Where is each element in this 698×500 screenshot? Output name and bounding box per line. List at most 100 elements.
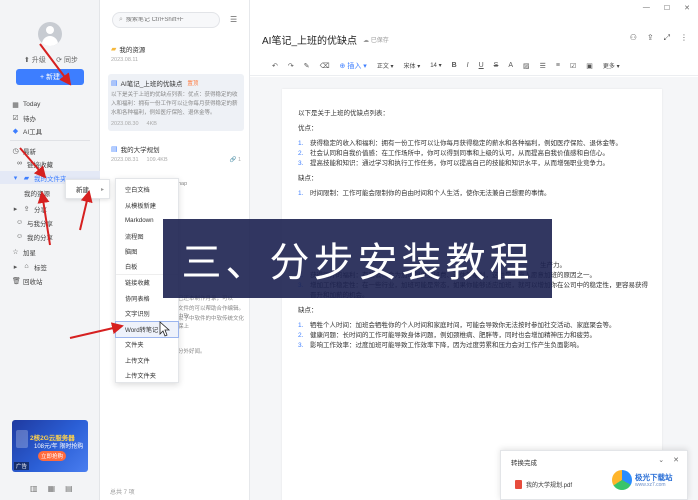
chevron-down-icon: ▾ bbox=[13, 174, 18, 182]
grid-view-icon[interactable]: ▦ bbox=[48, 484, 56, 493]
more-toolbar-button[interactable]: 更多 ▾ bbox=[603, 61, 620, 70]
sidebar: ⬆ 升级 ⟳ 同步 + 新建 ▦ Today ☑ 待办 ◆ AI工具 ◷ 最新 ∞ 链接收藏 … bbox=[0, 0, 100, 500]
server-icon bbox=[16, 430, 28, 448]
upgrade-icon: ⬆ bbox=[24, 57, 30, 64]
sidebar-item-latest[interactable]: ◷ 最新 bbox=[0, 144, 100, 157]
card-view-icon[interactable]: ▤ bbox=[65, 484, 73, 493]
user-add-icon[interactable]: ⚇ bbox=[630, 33, 637, 43]
upgrade-button[interactable]: ⬆ 升级 bbox=[24, 55, 46, 65]
format-painter-icon[interactable]: ✎ bbox=[304, 62, 310, 70]
insert-button[interactable]: ⊕ 插入 ▾ bbox=[340, 61, 367, 71]
content-list-item: 1. 牺牲个人时间：加班会牺牲你的个人时间和家庭时间，可能会导致你无法按时参加社交… bbox=[298, 322, 616, 329]
view-switcher: ▥ ▦ ▤ bbox=[30, 484, 73, 493]
user-icon: ☺ bbox=[16, 219, 24, 226]
font-color-icon[interactable]: A bbox=[508, 62, 513, 69]
redo-icon[interactable]: ↷ bbox=[288, 62, 294, 70]
document-title[interactable]: AI笔记_上班的优缺点 ☁ 已保存 bbox=[262, 32, 389, 47]
context-menu-new[interactable]: 新建 ▸ bbox=[65, 179, 110, 199]
bold-icon[interactable]: B bbox=[452, 62, 457, 69]
account-actions: ⬆ 升级 ⟳ 同步 bbox=[24, 55, 78, 65]
sync-icon: ⟳ bbox=[56, 57, 62, 64]
share-icon[interactable]: ⇪ bbox=[647, 33, 654, 43]
list-view-icon[interactable]: ▥ bbox=[30, 484, 38, 493]
sidebar-item-trash[interactable]: 🗑 回收站 bbox=[0, 274, 100, 287]
sort-icon[interactable]: ☰ bbox=[230, 15, 237, 24]
popup-title: 转换完成 bbox=[511, 460, 537, 467]
content-list-item: 2. 健康问题：长时间的工作可能导致身体问题，例如颈椎病、肥胖等，同时也会增加精神… bbox=[298, 332, 596, 339]
fullscreen-icon[interactable]: ⤢ bbox=[664, 33, 670, 43]
menu-item-blank-doc[interactable]: 空白文档 bbox=[116, 182, 178, 198]
todo-icon: ☑ bbox=[12, 114, 19, 122]
eraser-icon[interactable]: ⌫ bbox=[320, 62, 330, 70]
trash-icon: 🗑 bbox=[12, 277, 21, 285]
menu-item-folder[interactable]: 文件夹 bbox=[116, 337, 178, 353]
title-actions: ⚇ ⇪ ⤢ ⋮ bbox=[630, 33, 688, 43]
ad-cta[interactable]: 立即抢购 bbox=[38, 451, 67, 461]
sidebar-item-shared-with-me[interactable]: ☺ 与我分享 bbox=[0, 216, 100, 229]
document-icon: ▤ bbox=[111, 80, 118, 87]
star-icon: ☆ bbox=[12, 248, 19, 256]
content-list-item: 1. 时间限制：工作可能会限制你的自由时间和个人生活，使你无法兼自己想要的事情。 bbox=[298, 190, 551, 197]
font-select[interactable]: 宋体 ▾ bbox=[404, 61, 421, 70]
save-status: ☁ 已保存 bbox=[363, 38, 389, 44]
collapse-icon[interactable]: ⌄ bbox=[658, 456, 664, 464]
menu-item-ocr[interactable]: 文字识别 bbox=[116, 306, 178, 322]
sidebar-item-share[interactable]: ▸ ⇪ 分享 bbox=[0, 202, 100, 215]
search-input[interactable] bbox=[125, 17, 216, 23]
note-fragment: nap bbox=[178, 181, 188, 187]
folder-icon: ▰ bbox=[23, 174, 30, 182]
clock-icon: ◷ bbox=[12, 147, 19, 155]
content-intro: 以下是关于上班的优缺点列表： bbox=[298, 110, 389, 117]
content-list-item: 2. 社会认同和自我价值感：在工作场所中，你可以得到同事和上级的认可，从而提高自我… bbox=[298, 150, 609, 157]
note-item-resources[interactable]: ▰ 我的资源 2023.08.11 bbox=[108, 40, 244, 67]
content-heading: 优点： bbox=[298, 125, 318, 132]
strikethrough-icon[interactable]: S bbox=[494, 62, 499, 69]
image-icon[interactable]: ▣ bbox=[586, 62, 593, 70]
undo-icon[interactable]: ↶ bbox=[272, 62, 278, 70]
more-icon[interactable]: ⋮ bbox=[680, 33, 688, 43]
search-icon: ⌕ bbox=[119, 16, 123, 23]
avatar[interactable] bbox=[38, 22, 62, 46]
search-box[interactable]: ⌕ bbox=[112, 12, 220, 28]
sidebar-item-my-shares[interactable]: ☺ 我的分享 bbox=[0, 230, 100, 243]
note-item-university-plan[interactable]: ▤ 我的大学规划 2023.08.31 109.4KB 🔗 1 bbox=[108, 140, 244, 167]
menu-item-upload-file[interactable]: 上传文件 bbox=[116, 353, 178, 369]
new-button[interactable]: + 新建 bbox=[16, 69, 84, 85]
list-icon[interactable]: ☰ bbox=[540, 62, 546, 70]
ad-banner[interactable]: 2核2G云服务器 108元/年 限时抢购 立即抢购 广告 bbox=[12, 420, 88, 472]
minimize-icon[interactable]: — bbox=[643, 4, 650, 12]
sidebar-item-ai-tools[interactable]: ◆ AI工具 bbox=[0, 124, 100, 137]
sidebar-item-todo[interactable]: ☑ 待办 bbox=[0, 111, 100, 124]
content-heading: 缺点： bbox=[298, 175, 318, 182]
ordered-list-icon[interactable]: ≡ bbox=[556, 62, 560, 69]
chevron-right-icon: ▸ bbox=[13, 263, 18, 271]
menu-item-word-to-note[interactable]: Word转笔记 bbox=[115, 320, 179, 338]
sidebar-item-starred[interactable]: ☆ 加星 bbox=[0, 245, 100, 258]
italic-icon[interactable]: I bbox=[467, 62, 469, 69]
document-icon: ▤ bbox=[111, 146, 118, 153]
watermark: 极光下载站 www.xz7.com bbox=[612, 470, 673, 490]
menu-item-upload-folder[interactable]: 上传文件夹 bbox=[116, 368, 178, 384]
note-item-ai-note[interactable]: ▤ AI笔记_上班的优缺点 置顶 以下是关于上班的优缺点列表：优点：获得稳定的收入和… bbox=[108, 74, 244, 131]
sync-button[interactable]: ⟳ 同步 bbox=[56, 55, 78, 65]
underline-icon[interactable]: U bbox=[479, 62, 484, 69]
close-icon[interactable]: ✕ bbox=[684, 4, 690, 12]
text-style-select[interactable]: 正文 ▾ bbox=[377, 61, 394, 70]
checkbox-icon[interactable]: ☑ bbox=[570, 62, 576, 70]
converted-file[interactable]: 我的大学规划.pdf bbox=[515, 480, 572, 489]
ad-price: 108元/年 限时抢购 bbox=[34, 444, 84, 450]
menu-item-from-template[interactable]: 从模板新建 bbox=[116, 198, 178, 214]
font-size-select[interactable]: 14 ▾ bbox=[430, 62, 441, 69]
content-heading: 缺点： bbox=[298, 307, 318, 314]
format-toolbar: ↶ ↷ ✎ ⌫ ⊕ 插入 ▾ 正文 ▾ 宋体 ▾ 14 ▾ B I U S A … bbox=[250, 56, 698, 76]
content-list-item: 3. 影响工作效率：过度加班可能导致工作效率下降，因为过度劳累和压力会对工作产生负… bbox=[298, 342, 583, 349]
close-icon[interactable]: ✕ bbox=[673, 456, 679, 464]
maximize-icon[interactable]: ☐ bbox=[664, 4, 670, 12]
tutorial-banner: 三、分步安装教程 bbox=[163, 219, 552, 298]
sidebar-item-link-collection[interactable]: ∞ 链接收藏 bbox=[0, 157, 100, 170]
highlight-icon[interactable]: ▨ bbox=[523, 62, 530, 70]
note-count: 总共 7 项 bbox=[110, 490, 135, 496]
pdf-icon bbox=[515, 480, 522, 489]
sidebar-item-tags[interactable]: ▸ ⌂ 标签 bbox=[0, 260, 100, 273]
sidebar-item-today[interactable]: ▦ Today bbox=[0, 98, 100, 111]
